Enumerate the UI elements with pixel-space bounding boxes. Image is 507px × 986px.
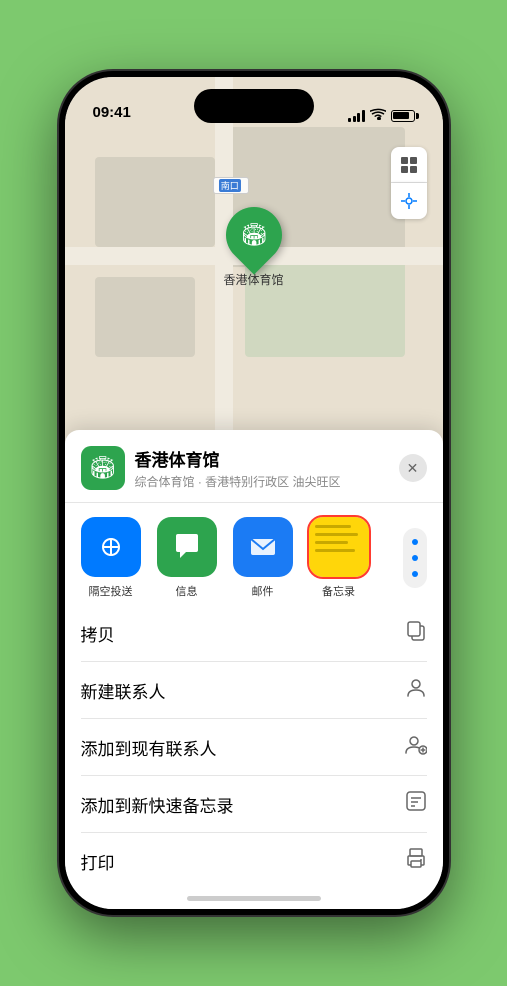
phone-screen: 09:41	[65, 77, 443, 909]
status-time: 09:41	[93, 104, 131, 123]
action-new-contact[interactable]: 新建联系人	[81, 662, 427, 719]
map-block	[95, 157, 215, 247]
copy-label: 拷贝	[81, 621, 115, 646]
action-add-existing[interactable]: 添加到现有联系人	[81, 719, 427, 776]
close-button[interactable]: ✕	[399, 454, 427, 482]
share-more-item[interactable]	[381, 528, 443, 588]
more-icon	[403, 528, 427, 588]
action-print[interactable]: 打印	[81, 833, 427, 889]
venue-name: 香港体育馆	[135, 446, 399, 471]
share-mail-item[interactable]: 邮件	[229, 517, 297, 599]
venue-header: 🏟 香港体育馆 综合体育馆 · 香港特别行政区 油尖旺区 ✕	[65, 430, 443, 503]
stadium-marker[interactable]: 🏟 香港体育馆	[223, 207, 283, 288]
action-copy[interactable]: 拷贝	[81, 605, 427, 662]
share-row: 隔空投送 信息	[65, 503, 443, 605]
wifi-icon	[370, 108, 386, 123]
airdrop-icon	[81, 517, 141, 577]
venue-info: 香港体育馆 综合体育馆 · 香港特别行政区 油尖旺区	[135, 446, 399, 490]
signal-icon	[348, 110, 365, 122]
share-message-item[interactable]: 信息	[153, 517, 221, 599]
map-layer-button[interactable]	[391, 147, 427, 183]
mail-icon	[233, 517, 293, 577]
map-controls	[391, 147, 427, 219]
print-icon	[405, 847, 427, 875]
new-contact-label: 新建联系人	[81, 678, 166, 703]
share-notes-item[interactable]: 备忘录	[305, 517, 373, 599]
home-indicator	[187, 896, 321, 901]
mail-label: 邮件	[252, 583, 274, 599]
notes-icon	[309, 517, 369, 577]
nankou-icon: 南口	[219, 179, 241, 192]
message-label: 信息	[176, 583, 198, 599]
notes-label: 备忘录	[322, 583, 355, 599]
add-existing-icon	[405, 733, 427, 761]
action-list: 拷贝 新建联系人	[65, 605, 443, 889]
status-icons	[348, 108, 415, 123]
add-existing-label: 添加到现有联系人	[81, 735, 217, 760]
add-note-icon	[405, 790, 427, 818]
copy-icon	[405, 619, 427, 647]
stadium-pin: 🏟	[214, 195, 293, 274]
location-button[interactable]	[391, 183, 427, 219]
airdrop-label: 隔空投送	[89, 583, 133, 599]
battery-icon	[391, 110, 415, 122]
action-add-note[interactable]: 添加到新快速备忘录	[81, 776, 427, 833]
venue-subtitle: 综合体育馆 · 香港特别行政区 油尖旺区	[135, 473, 399, 490]
add-note-label: 添加到新快速备忘录	[81, 792, 234, 817]
stadium-pin-emoji: 🏟	[240, 222, 268, 248]
print-label: 打印	[81, 849, 115, 874]
bottom-sheet: 🏟 香港体育馆 综合体育馆 · 香港特别行政区 油尖旺区 ✕	[65, 430, 443, 909]
message-icon	[157, 517, 217, 577]
share-airdrop-item[interactable]: 隔空投送	[77, 517, 145, 599]
new-contact-icon	[405, 676, 427, 704]
map-block	[95, 277, 195, 357]
dynamic-island	[194, 89, 314, 123]
venue-icon: 🏟	[81, 446, 125, 490]
phone-frame: 09:41	[59, 71, 449, 915]
nankou-label: 南口	[213, 177, 249, 194]
